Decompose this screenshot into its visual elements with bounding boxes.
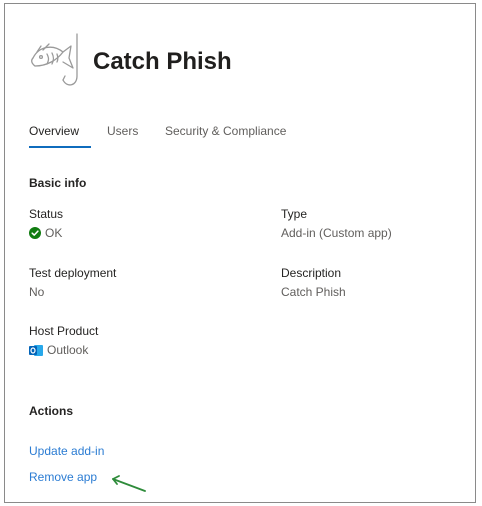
tab-security-compliance[interactable]: Security & Compliance xyxy=(165,124,286,150)
status-text: OK xyxy=(45,226,63,240)
host-product-value: Outlook xyxy=(29,343,88,357)
basic-info-heading: Basic info xyxy=(29,176,87,190)
host-product-text: Outlook xyxy=(47,343,89,357)
tab-overview[interactable]: Overview xyxy=(29,124,91,150)
test-deployment-value: No xyxy=(29,285,45,299)
tab-overview-label: Overview xyxy=(29,124,80,138)
remove-app-link[interactable]: Remove app xyxy=(29,470,97,484)
description-label: Description xyxy=(281,266,342,280)
app-title: Catch Phish xyxy=(93,48,232,75)
active-tab-indicator xyxy=(29,146,91,148)
type-value: Add-in (Custom app) xyxy=(281,226,392,240)
outlook-icon xyxy=(29,344,43,356)
status-value: OK xyxy=(29,226,62,240)
test-deployment-label: Test deployment xyxy=(29,266,117,280)
tab-users[interactable]: Users xyxy=(107,124,138,150)
actions-heading: Actions xyxy=(29,404,74,418)
check-circle-icon xyxy=(29,227,41,239)
tab-security-compliance-label: Security & Compliance xyxy=(165,124,287,138)
update-add-in-link[interactable]: Update add-in xyxy=(29,444,104,458)
app-details-panel: Catch Phish Overview Users Security & Co… xyxy=(4,3,476,503)
fish-logo-icon xyxy=(31,33,78,86)
tab-users-label: Users xyxy=(107,124,139,138)
type-label: Type xyxy=(281,207,308,221)
annotation-arrow-icon xyxy=(112,475,146,492)
host-product-label: Host Product xyxy=(29,324,99,338)
status-label: Status xyxy=(29,207,64,221)
description-value: Catch Phish xyxy=(281,285,346,299)
